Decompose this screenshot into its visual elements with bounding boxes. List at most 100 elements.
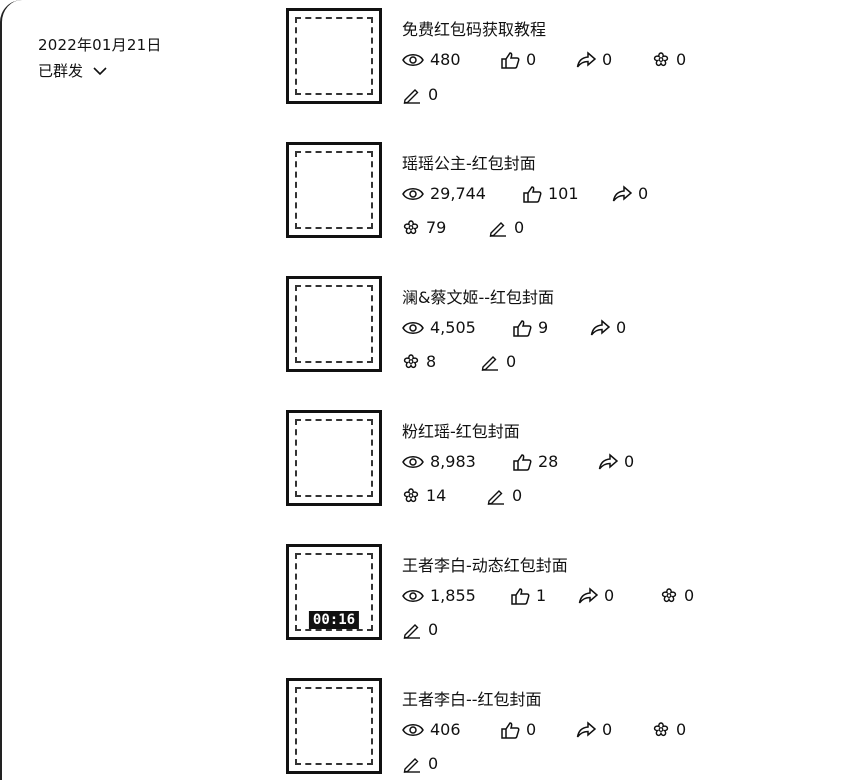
favorites-count: 14 <box>426 486 447 505</box>
thumbs-up-icon <box>513 319 532 337</box>
favorites-count: 0 <box>676 720 687 739</box>
likes-stat[interactable]: 1 <box>510 586 546 605</box>
article-title[interactable]: 免费红包码获取教程 <box>402 16 546 40</box>
shares-stat[interactable]: 0 <box>576 50 612 69</box>
flower-icon <box>653 721 669 736</box>
list-item[interactable]: 00:16 王者李白-动态红包封面 1,855 1 0 0 0 <box>286 544 826 654</box>
likes-count: 1 <box>536 586 547 605</box>
likes-count: 0 <box>526 720 537 739</box>
views-count: 480 <box>430 50 461 69</box>
list-item[interactable]: 免费红包码获取教程 480 0 0 0 0 <box>286 8 826 118</box>
group-send-status-label: 已群发 <box>38 62 84 80</box>
favorites-stat[interactable]: 0 <box>660 586 694 605</box>
pencil-icon <box>481 355 498 371</box>
comments-stat[interactable]: 0 <box>402 85 438 104</box>
eye-icon <box>402 187 424 200</box>
views-stat: 4,505 <box>402 318 476 337</box>
comments-stat[interactable]: 0 <box>486 486 522 505</box>
favorites-stat[interactable]: 0 <box>652 50 686 69</box>
article-thumbnail[interactable] <box>286 410 382 506</box>
views-count: 1,855 <box>430 586 476 605</box>
flower-icon <box>661 587 677 602</box>
flower-icon <box>403 219 419 234</box>
eye-icon <box>402 321 424 334</box>
shares-stat[interactable]: 0 <box>576 720 612 739</box>
views-count: 8,983 <box>430 452 476 471</box>
share-arrow-icon <box>578 586 598 603</box>
favorites-count: 0 <box>684 586 695 605</box>
thumbs-up-icon <box>513 453 532 471</box>
comments-stat[interactable]: 0 <box>488 218 524 237</box>
likes-count: 9 <box>538 318 549 337</box>
video-duration-label: 00:16 <box>308 611 360 629</box>
list-item[interactable]: 瑶瑶公主-红包封面 29,744 101 0 79 0 <box>286 142 826 252</box>
shares-stat[interactable]: 0 <box>590 318 626 337</box>
thumbs-up-icon <box>501 51 520 69</box>
comments-count: 0 <box>512 486 523 505</box>
pencil-icon <box>403 88 420 104</box>
eye-icon <box>402 53 424 66</box>
shares-count: 0 <box>624 452 635 471</box>
flower-icon <box>403 487 419 502</box>
article-thumbnail[interactable] <box>286 8 382 104</box>
likes-stat[interactable]: 0 <box>500 720 536 739</box>
likes-stat[interactable]: 9 <box>512 318 548 337</box>
likes-count: 101 <box>548 184 579 203</box>
likes-stat[interactable]: 28 <box>512 452 558 471</box>
list-item[interactable]: 澜&蔡文姬--红包封面 4,505 9 0 8 0 <box>286 276 826 386</box>
publish-date-block: 2022年01月21日 已群发 <box>38 34 162 81</box>
views-stat: 406 <box>402 720 461 739</box>
article-title[interactable]: 粉红瑶-红包封面 <box>402 418 520 442</box>
group-send-status-dropdown[interactable]: 已群发 <box>38 60 162 81</box>
window-left-edge <box>0 0 22 780</box>
comments-count: 0 <box>514 218 525 237</box>
shares-stat[interactable]: 0 <box>612 184 648 203</box>
list-item[interactable]: 粉红瑶-红包封面 8,983 28 0 14 0 <box>286 410 826 520</box>
flower-icon <box>403 353 419 368</box>
article-thumbnail[interactable] <box>286 276 382 372</box>
pencil-icon <box>403 757 420 773</box>
favorites-stat[interactable]: 0 <box>652 720 686 739</box>
article-thumbnail[interactable] <box>286 142 382 238</box>
favorites-stat[interactable]: 8 <box>402 352 436 371</box>
article-title[interactable]: 王者李白-动态红包封面 <box>402 552 568 576</box>
comments-stat[interactable]: 0 <box>402 620 438 639</box>
flower-icon <box>653 51 669 66</box>
article-title[interactable]: 澜&蔡文姬--红包封面 <box>402 284 554 308</box>
likes-stat[interactable]: 0 <box>500 50 536 69</box>
shares-stat[interactable]: 0 <box>578 586 614 605</box>
comments-count: 0 <box>428 620 439 639</box>
share-arrow-icon <box>598 452 618 469</box>
views-stat: 480 <box>402 50 461 69</box>
eye-icon <box>402 589 424 602</box>
shares-count: 0 <box>638 184 649 203</box>
share-arrow-icon <box>612 184 632 201</box>
likes-count: 28 <box>538 452 559 471</box>
article-thumbnail[interactable]: 00:16 <box>286 544 382 640</box>
thumbs-up-icon <box>523 185 542 203</box>
comments-stat[interactable]: 0 <box>402 754 438 773</box>
article-list-page: 2022年01月21日 已群发 免费红包码获取教程 480 0 0 0 0 瑶瑶… <box>0 0 846 780</box>
favorites-count: 0 <box>676 50 687 69</box>
eye-icon <box>402 455 424 468</box>
likes-count: 0 <box>526 50 537 69</box>
likes-stat[interactable]: 101 <box>522 184 579 203</box>
views-stat: 1,855 <box>402 586 476 605</box>
views-stat: 8,983 <box>402 452 476 471</box>
thumbs-up-icon <box>501 721 520 739</box>
views-count: 29,744 <box>430 184 486 203</box>
favorites-stat[interactable]: 79 <box>402 218 446 237</box>
pencil-icon <box>489 221 506 237</box>
list-item[interactable]: 王者李白--红包封面 406 0 0 0 0 <box>286 678 826 780</box>
article-title[interactable]: 瑶瑶公主-红包封面 <box>402 150 536 174</box>
article-thumbnail[interactable] <box>286 678 382 774</box>
comments-stat[interactable]: 0 <box>480 352 516 371</box>
shares-stat[interactable]: 0 <box>598 452 634 471</box>
shares-count: 0 <box>602 720 613 739</box>
favorites-stat[interactable]: 14 <box>402 486 446 505</box>
views-stat: 29,744 <box>402 184 486 203</box>
article-title[interactable]: 王者李白--红包封面 <box>402 686 542 710</box>
eye-icon <box>402 723 424 736</box>
comments-count: 0 <box>428 85 439 104</box>
shares-count: 0 <box>604 586 615 605</box>
